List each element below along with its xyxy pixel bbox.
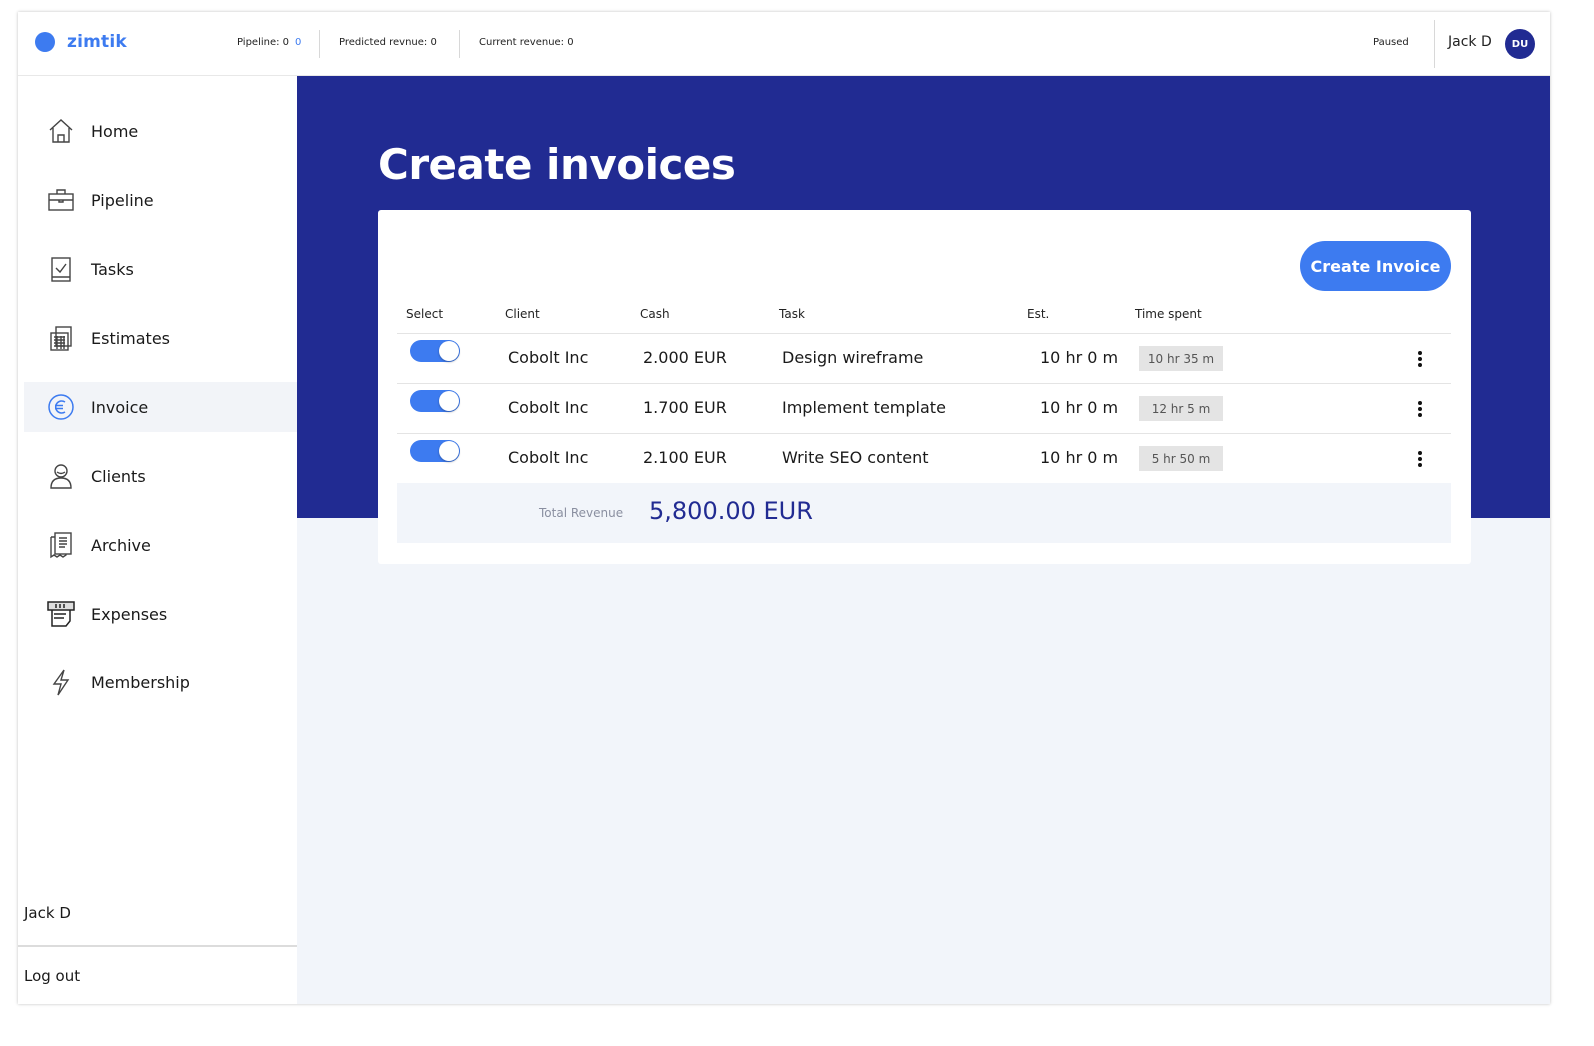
sidebar-item-archive[interactable]: Archive	[24, 520, 297, 570]
euro-icon	[46, 392, 76, 422]
column-header-task: Task	[779, 307, 805, 321]
header-user-name[interactable]: Jack D	[1448, 34, 1492, 50]
cash-cell: 2.100 EUR	[643, 448, 727, 467]
est-cell: 10 hr 0 m	[1040, 448, 1119, 467]
more-options-icon[interactable]	[1411, 448, 1429, 470]
time-spent-badge: 12 hr 5 m	[1139, 396, 1223, 421]
select-toggle[interactable]	[410, 440, 460, 462]
checklist-icon	[46, 254, 76, 284]
select-toggle[interactable]	[410, 390, 460, 412]
status-label[interactable]: Paused	[1373, 37, 1409, 48]
app-window: zimtik Pipeline: 00 Predicted revnue: 0 …	[18, 12, 1550, 1004]
archive-icon	[46, 530, 76, 560]
total-revenue-value: 5,800.00 EUR	[649, 497, 813, 525]
current-revenue-stat: Current revenue: 0	[479, 37, 574, 48]
pipeline-stat: Pipeline: 0 0	[237, 37, 301, 48]
top-bar: zimtik Pipeline: 00 Predicted revnue: 0 …	[18, 12, 1550, 76]
cash-cell: 1.700 EUR	[643, 398, 727, 417]
sidebar-divider	[18, 945, 297, 947]
column-header-select: Select	[406, 307, 444, 321]
logout-link[interactable]: Log out	[24, 967, 80, 985]
sidebar-item-estimates[interactable]: Estimates	[24, 313, 297, 363]
logo[interactable]: zimtik	[35, 32, 127, 52]
est-cell: 10 hr 0 m	[1040, 348, 1119, 367]
toggle-knob	[439, 341, 459, 361]
task-cell: Write SEO content	[782, 448, 929, 467]
divider	[459, 30, 460, 58]
calculator-icon	[46, 323, 76, 353]
sidebar-item-expenses[interactable]: Expenses	[24, 589, 297, 639]
client-cell: Cobolt Inc	[508, 348, 589, 367]
time-spent-badge: 5 hr 50 m	[1139, 446, 1223, 471]
sidebar-item-label: Expenses	[91, 604, 168, 624]
predicted-revenue-stat: Predicted revnue: 0	[339, 37, 437, 48]
person-icon	[46, 461, 76, 491]
more-options-icon[interactable]	[1411, 348, 1429, 370]
pipeline-stat-label: Pipeline: 0	[237, 37, 290, 48]
sidebar-item-label: Pipeline	[91, 190, 154, 210]
column-header-client: Client	[505, 307, 540, 321]
sidebar-item-pipeline[interactable]: Pipeline	[24, 175, 297, 225]
table-row: Cobolt Inc 1.700 EUR Implement template …	[397, 383, 1451, 433]
column-header-cash: Cash	[640, 307, 670, 321]
sidebar-item-home[interactable]: Home	[24, 106, 297, 156]
sidebar-item-label: Invoice	[91, 397, 149, 417]
cash-cell: 2.000 EUR	[643, 348, 727, 367]
sidebar-item-label: Home	[91, 121, 139, 141]
sidebar-item-invoice[interactable]: Invoice	[24, 382, 297, 432]
time-spent-badge: 10 hr 35 m	[1139, 346, 1223, 371]
sidebar-item-label: Tasks	[91, 259, 134, 279]
task-cell: Design wireframe	[782, 348, 924, 367]
pipeline-stat-value: 0	[295, 37, 302, 48]
logo-dot-icon	[35, 32, 55, 52]
client-cell: Cobolt Inc	[508, 448, 589, 467]
more-options-icon[interactable]	[1411, 398, 1429, 420]
toggle-knob	[439, 441, 459, 461]
sidebar-user-name: Jack D	[24, 904, 71, 922]
sidebar: Home Pipeline Tasks Estimates Invoice Cl…	[18, 76, 297, 1004]
est-cell: 10 hr 0 m	[1040, 398, 1119, 417]
sidebar-item-label: Estimates	[91, 328, 171, 348]
divider	[319, 30, 320, 58]
table-row: Cobolt Inc 2.000 EUR Design wireframe 10…	[397, 333, 1451, 383]
sidebar-item-tasks[interactable]: Tasks	[24, 244, 297, 294]
lightning-icon	[46, 667, 76, 697]
column-header-time-spent: Time spent	[1135, 307, 1202, 321]
home-icon	[46, 116, 76, 146]
page-title: Create invoices	[378, 140, 736, 189]
sidebar-item-label: Clients	[91, 466, 146, 486]
sidebar-item-membership[interactable]: Membership	[24, 657, 297, 707]
table-row: Cobolt Inc 2.100 EUR Write SEO content 1…	[397, 433, 1451, 483]
invoice-card: Create Invoice Select Client Cash Task E…	[378, 210, 1471, 564]
total-revenue-label: Total Revenue	[539, 506, 624, 520]
avatar[interactable]: DU	[1505, 29, 1535, 59]
sidebar-item-label: Archive	[91, 535, 151, 555]
column-header-est: Est.	[1027, 307, 1050, 321]
total-revenue-bar: Total Revenue 5,800.00 EUR	[397, 483, 1451, 543]
divider	[1434, 20, 1435, 68]
expenses-icon	[46, 599, 76, 629]
task-cell: Implement template	[782, 398, 946, 417]
sidebar-item-clients[interactable]: Clients	[24, 451, 297, 501]
briefcase-icon	[46, 185, 76, 215]
sidebar-item-label: Membership	[91, 672, 190, 692]
logo-text: zimtik	[67, 32, 127, 52]
toggle-knob	[439, 391, 459, 411]
client-cell: Cobolt Inc	[508, 398, 589, 417]
select-toggle[interactable]	[410, 340, 460, 362]
create-invoice-button[interactable]: Create Invoice	[1300, 241, 1451, 291]
